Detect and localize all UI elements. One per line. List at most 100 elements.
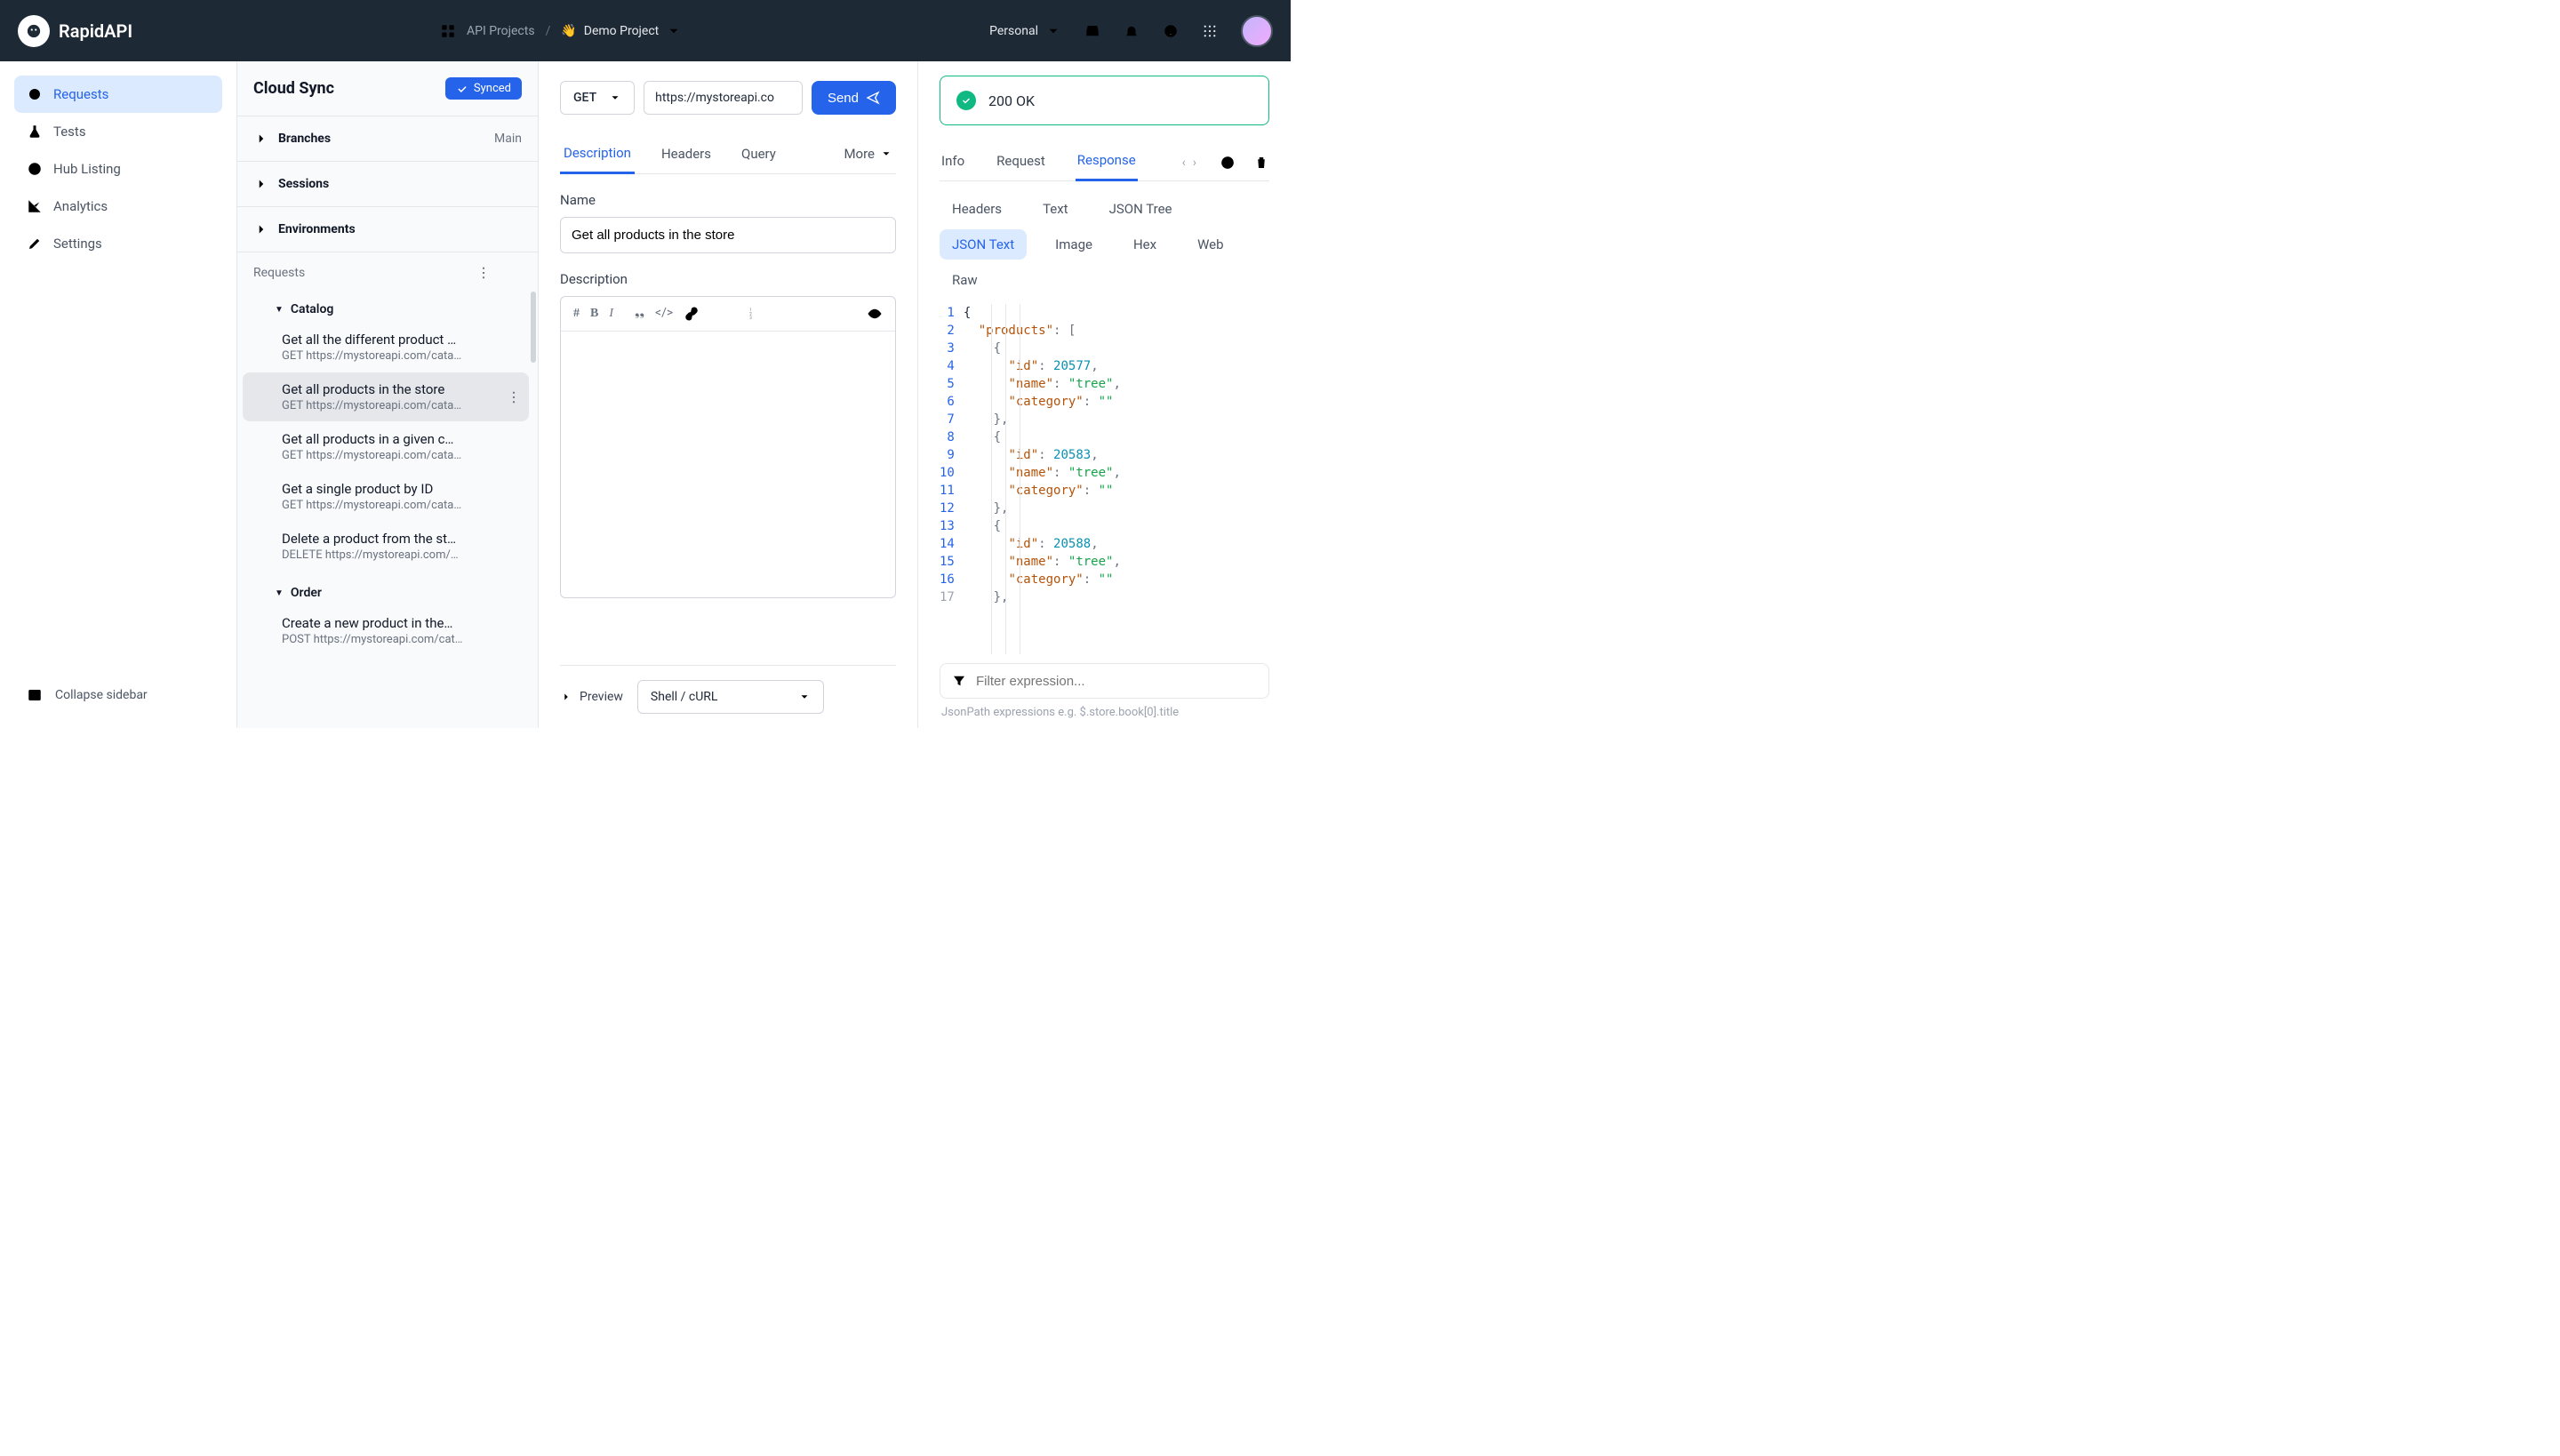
link-icon[interactable] [684,306,700,322]
url-input[interactable]: https://mystoreapi.co [644,81,803,115]
help-icon[interactable] [1163,23,1179,39]
eye-icon[interactable] [867,306,883,322]
json-viewer[interactable]: 1234567891011121314151617 { "products": … [940,304,1269,654]
collapse-sidebar[interactable]: Collapse sidebar [14,676,222,714]
view-text[interactable]: Text [1030,194,1081,224]
chevron-left-icon[interactable]: ‹ [1182,156,1186,170]
nav-requests[interactable]: Requests [14,76,222,113]
tab-info[interactable]: Info [940,146,966,180]
trash-icon[interactable] [1253,155,1269,171]
view-raw[interactable]: Raw [940,265,990,295]
heading-icon[interactable]: # [573,307,580,321]
workspace-dropdown[interactable]: Personal [989,23,1061,39]
group-label: Order [291,586,322,600]
chevron-right-icon [560,691,572,703]
nav-label: Hub Listing [53,161,121,177]
collapse-icon [27,687,43,703]
chevron-down-icon [798,691,811,703]
scrollbar-thumb[interactable] [531,292,536,363]
view-headers[interactable]: Headers [940,194,1014,224]
status-label: 200 OK [988,92,1035,109]
nav-settings[interactable]: Settings [14,225,222,262]
description-editor[interactable]: # B I ❟❟ </> 123 [560,296,896,598]
filter-hint: JsonPath expressions e.g. $.store.book[0… [940,706,1269,719]
tab-more[interactable]: More [840,136,896,173]
request-subtitle: GET https://mystoreapi.com/cata… [282,449,516,462]
response-nav[interactable]: ‹› [1182,156,1196,170]
ordered-list-icon[interactable]: 123 [748,306,764,322]
nav-label: Analytics [53,198,108,214]
avatar[interactable] [1241,15,1273,47]
snippet-select[interactable]: Shell / cURL [637,680,824,714]
api-projects-link[interactable]: API Projects [467,24,535,38]
branches-label: Branches [278,132,331,146]
sessions-section[interactable]: Sessions [237,162,538,207]
method-label: GET [573,91,596,105]
tab-request[interactable]: Request [995,146,1047,180]
request-item[interactable]: Get all the different product … GET http… [243,323,529,372]
close-icon[interactable] [1242,673,1258,689]
history-icon[interactable] [1220,155,1236,171]
request-item[interactable]: Create a new product in the… POST https:… [243,606,529,655]
check-circle-icon [956,91,976,110]
logo[interactable]: RapidAPI [18,15,132,47]
bell-icon[interactable] [1124,23,1140,39]
list-icon[interactable] [721,306,737,322]
environments-section[interactable]: Environments [237,207,538,252]
project-dropdown[interactable]: 👋 Demo Project [561,23,682,39]
group-label: Catalog [291,302,333,316]
chevron-down-icon [1045,23,1061,39]
request-title: Create a new product in the… [282,615,516,631]
code-icon[interactable]: </> [655,306,673,322]
chevron-right-icon [253,176,269,192]
synced-button[interactable]: Synced [445,77,522,100]
request-item[interactable]: Get all products in a given c… GET https… [243,422,529,471]
bold-icon[interactable]: B [590,307,598,321]
send-icon [866,91,880,105]
inbox-icon[interactable] [1084,23,1100,39]
more-vertical-icon[interactable] [476,265,492,281]
request-item[interactable]: Get a single product by ID GET https://m… [243,472,529,521]
view-jsontree[interactable]: JSON Tree [1097,194,1185,224]
italic-icon[interactable]: I [609,307,613,321]
view-web[interactable]: Web [1185,229,1236,260]
request-subtitle: DELETE https://mystoreapi.com/… [282,548,516,562]
more-vertical-icon[interactable] [506,389,522,405]
cloud-sync-title: Cloud Sync [253,79,334,98]
menu-icon[interactable] [880,689,896,705]
view-hex[interactable]: Hex [1121,229,1169,260]
chevron-right-icon[interactable]: › [1193,156,1196,170]
name-input[interactable] [560,217,896,253]
request-editor: GET https://mystoreapi.co Send Descripti… [539,61,918,728]
tab-response[interactable]: Response [1076,145,1138,181]
requests-tree[interactable]: ▼ Catalog Get all the different product … [237,288,538,728]
filter-box[interactable] [940,663,1269,699]
plus-icon[interactable] [506,265,522,281]
branches-section[interactable]: Branches Main [237,116,538,162]
preview-button[interactable]: Preview [560,690,623,704]
flask-icon [27,124,43,140]
quote-icon[interactable]: ❟❟ [635,306,644,322]
method-select[interactable]: GET [560,81,635,115]
collapse-label: Collapse sidebar [55,688,148,702]
chevron-right-icon [253,221,269,237]
tab-description[interactable]: Description [560,136,635,174]
view-jsontext[interactable]: JSON Text [940,229,1027,260]
editor-toolbar: # B I ❟❟ </> 123 [561,297,895,332]
nav-analytics[interactable]: Analytics [14,188,222,225]
view-image[interactable]: Image [1043,229,1105,260]
nav-tests[interactable]: Tests [14,113,222,150]
group-order[interactable]: ▼ Order [264,580,538,605]
filter-input[interactable] [976,674,1233,689]
request-item[interactable]: Delete a product from the st… DELETE htt… [243,522,529,571]
tab-headers[interactable]: Headers [658,136,715,173]
send-button[interactable]: Send [812,81,896,115]
nav-hub[interactable]: Hub Listing [14,150,222,188]
request-subtitle: GET https://mystoreapi.com/cata… [282,349,516,363]
tab-query[interactable]: Query [738,136,780,173]
grid-icon[interactable] [1202,23,1218,39]
request-item[interactable]: Get all products in the store GET https:… [243,372,529,421]
line-gutter: 1234567891011121314151617 [940,304,964,654]
group-catalog[interactable]: ▼ Catalog [264,297,538,322]
workspace-label: Personal [989,24,1038,38]
